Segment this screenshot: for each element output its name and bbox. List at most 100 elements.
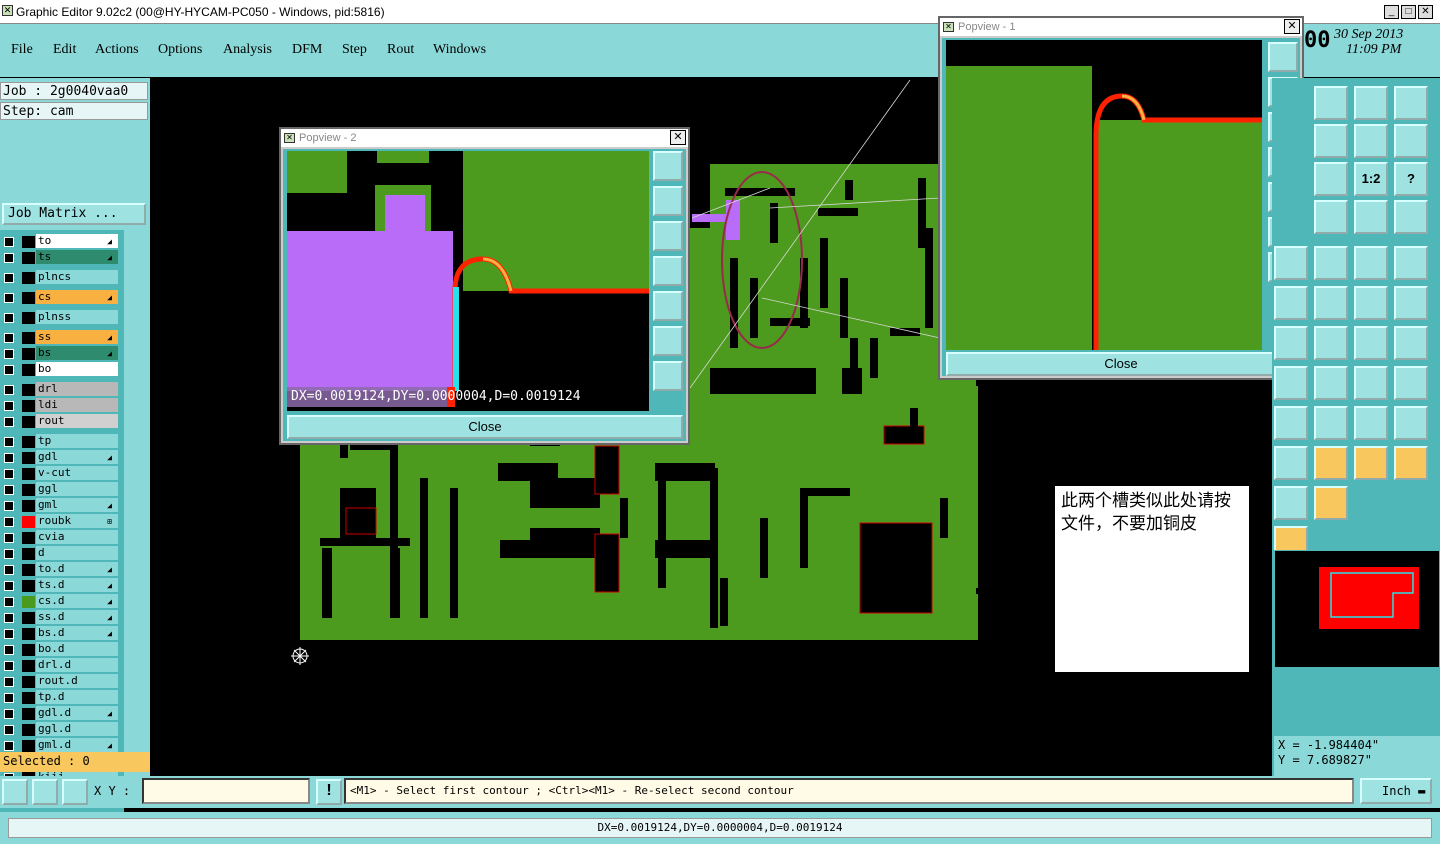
popview-2-canvas[interactable] <box>287 151 649 411</box>
layer-checkbox[interactable] <box>4 253 14 263</box>
layer-row-drl[interactable]: drl <box>0 382 124 397</box>
popview-1-close-button[interactable]: Close <box>946 352 1296 376</box>
layer-row-to-d[interactable]: to.d ◢ <box>0 562 124 577</box>
layer-row-cvia[interactable]: cvia <box>0 530 124 545</box>
arc-icon[interactable] <box>1354 326 1388 360</box>
scale-icon[interactable]: 1:2 <box>1354 162 1388 196</box>
layer-name[interactable]: ss.d ◢ <box>36 610 118 624</box>
tool-button-left-column[interactable] <box>1274 366 1308 400</box>
maximize-button[interactable]: □ <box>1401 5 1416 19</box>
layer-checkbox[interactable] <box>4 629 14 639</box>
measure-red-icon[interactable] <box>1354 200 1388 234</box>
layer-name[interactable]: bo <box>36 362 118 376</box>
layer-checkbox[interactable] <box>4 401 14 411</box>
tool-button-left-column[interactable] <box>1274 406 1308 440</box>
layer-row-bo[interactable]: bo <box>0 362 124 377</box>
net-icon[interactable] <box>1314 486 1348 520</box>
menu-analysis[interactable]: Analysis <box>223 42 272 58</box>
layer-checkbox[interactable] <box>4 417 14 427</box>
layer-name[interactable]: to ◢ <box>36 234 118 248</box>
layer-name[interactable]: bs ◢ <box>36 346 118 360</box>
layer-row-ggl[interactable]: ggl <box>0 482 124 497</box>
layer-checkbox[interactable] <box>4 597 14 607</box>
edge-icon[interactable] <box>1354 366 1388 400</box>
grid-icon[interactable] <box>1314 200 1348 234</box>
triangle-icon[interactable] <box>1314 406 1348 440</box>
arch-icon[interactable] <box>1394 406 1428 440</box>
layer-checkbox[interactable] <box>4 273 14 283</box>
help-icon[interactable]: ? <box>1394 162 1428 196</box>
layer-name[interactable]: bs.d ◢ <box>36 626 118 640</box>
layer-row-gdl-d[interactable]: gdl.d ◢ <box>0 706 124 721</box>
layer-checkbox[interactable] <box>4 581 14 591</box>
menu-file[interactable]: File <box>11 42 33 58</box>
layer-checkbox[interactable] <box>4 349 14 359</box>
menu-edit[interactable]: Edit <box>53 42 76 58</box>
layer-row-cs[interactable]: cs ◢ <box>0 290 124 305</box>
pointer-alt-icon[interactable] <box>1394 446 1428 480</box>
menu-rout[interactable]: Rout <box>387 42 414 58</box>
cross-icon[interactable] <box>1314 286 1348 320</box>
popview-pan-right-icon[interactable] <box>653 291 683 321</box>
layer-checkbox[interactable] <box>4 313 14 323</box>
layer-name[interactable]: cs.d ◢ <box>36 594 118 608</box>
layer-row-plnss[interactable]: plnss <box>0 310 124 325</box>
layer-name[interactable]: v-cut <box>36 466 118 480</box>
home-icon[interactable] <box>1354 86 1388 120</box>
popview-pan-up-icon[interactable] <box>653 186 683 216</box>
pan-icon[interactable] <box>1314 162 1348 196</box>
layer-row-ss-d[interactable]: ss.d ◢ <box>0 610 124 625</box>
tool-button-left-column[interactable] <box>1274 486 1308 520</box>
layer-name[interactable]: ggl.d <box>36 722 118 736</box>
layer-name[interactable]: ts.d ◢ <box>36 578 118 592</box>
popview-2-close-icon[interactable]: ✕ <box>670 130 686 145</box>
flip-icon[interactable] <box>1354 124 1388 158</box>
layer-row-bs-d[interactable]: bs.d ◢ <box>0 626 124 641</box>
fit-screen-icon[interactable] <box>1394 86 1428 120</box>
layer-name[interactable]: gml ◢ <box>36 498 118 512</box>
layer-row-ss[interactable]: ss ◢ <box>0 330 124 345</box>
pointer-select-icon[interactable] <box>1354 446 1388 480</box>
layer-checkbox[interactable] <box>4 293 14 303</box>
layer-checkbox[interactable] <box>4 533 14 543</box>
layer-row-to[interactable]: to ◢ <box>0 234 124 249</box>
popview-pan-down-icon[interactable] <box>653 221 683 251</box>
layer-checkbox[interactable] <box>4 501 14 511</box>
minimize-button[interactable]: _ <box>1384 5 1399 19</box>
layer-row-bs[interactable]: bs ◢ <box>0 346 124 361</box>
popview-1-close-icon[interactable]: ✕ <box>1284 19 1300 34</box>
menu-actions[interactable]: Actions <box>95 42 139 58</box>
layer-checkbox[interactable] <box>4 565 14 575</box>
layer-checkbox[interactable] <box>4 485 14 495</box>
layer-name[interactable]: plnss <box>36 310 118 324</box>
layer-checkbox[interactable] <box>4 645 14 655</box>
snap-mode-icon[interactable] <box>2 779 28 805</box>
zoom-in-icon[interactable] <box>1314 124 1348 158</box>
measure-mode-icon[interactable] <box>32 779 58 805</box>
layer-name[interactable]: gdl.d ◢ <box>36 706 118 720</box>
tool-button-left-column[interactable] <box>1274 446 1308 480</box>
layer-name[interactable]: plncs <box>36 270 118 284</box>
circle-icon[interactable] <box>1394 246 1428 280</box>
popview-1-canvas[interactable] <box>946 40 1262 350</box>
layer-checkbox[interactable] <box>4 453 14 463</box>
triangle-up-icon[interactable] <box>1354 406 1388 440</box>
layer-name[interactable]: ss ◢ <box>36 330 118 344</box>
job-matrix-button[interactable]: Job Matrix ... <box>2 203 146 225</box>
layer-row-gdl[interactable]: gdl ◢ <box>0 450 124 465</box>
popview-pan-left-icon[interactable] <box>653 256 683 286</box>
menu-options[interactable]: Options <box>158 42 202 58</box>
popview-2-close-button[interactable]: Close <box>287 415 683 439</box>
pointer-icon[interactable] <box>1314 446 1348 480</box>
layer-row-bo-d[interactable]: bo.d <box>0 642 124 657</box>
layer-row-tp-d[interactable]: tp.d <box>0 690 124 705</box>
tool-button-left-column[interactable] <box>1274 326 1308 360</box>
popview1-zoom-icon[interactable] <box>1268 42 1298 72</box>
line-icon[interactable] <box>1314 326 1348 360</box>
layer-checkbox[interactable] <box>4 677 14 687</box>
menu-windows[interactable]: Windows <box>433 42 486 58</box>
layer-row-rout-d[interactable]: rout.d <box>0 674 124 689</box>
layer-checkbox[interactable] <box>4 549 14 559</box>
popview-fit-icon[interactable] <box>653 361 683 391</box>
layer-name[interactable]: d <box>36 546 118 560</box>
